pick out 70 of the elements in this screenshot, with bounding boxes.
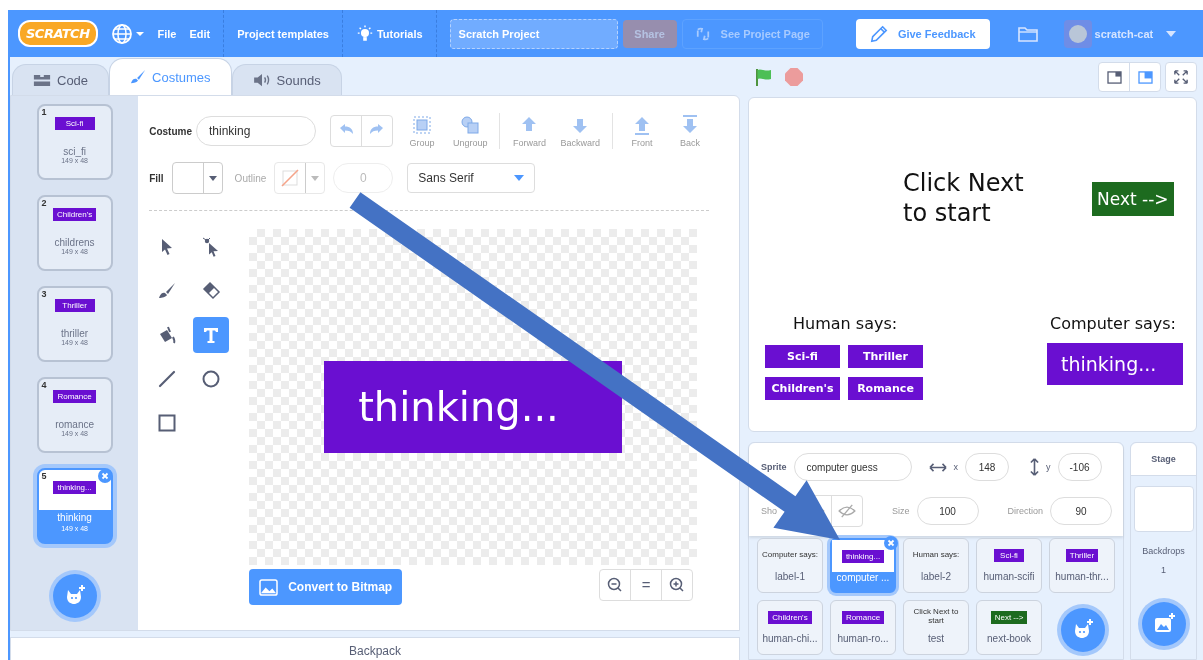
stage[interactable]: Click Next to start Next --> Human says: Sci-fi Thriller Children's Romance Computer says: thinking... [748, 97, 1197, 432]
sprite-name: computer ... [836, 572, 890, 583]
genre-sprite: Romance [848, 377, 923, 400]
costume-name: thinking [57, 512, 92, 523]
computer-says-label: Computer says: [1050, 314, 1176, 333]
sprite-name: human-ro... [837, 633, 889, 644]
fill-label: Fill [149, 172, 164, 184]
sprite-thumbnail: Sci-fi [994, 548, 1024, 562]
sprite-name: test [927, 633, 945, 644]
costume-number: 5 [41, 471, 47, 481]
stage-heading: Click Next to start [903, 168, 1024, 228]
human-says-label: Human says: [793, 314, 898, 333]
sprite-tile[interactable]: Sci-fi human-scifi [976, 538, 1042, 593]
computer-answer-sprite: thinking... [1047, 343, 1183, 385]
stage-title: Stage [1131, 443, 1196, 476]
sprite-tile[interactable]: Thriller human-thr... [1049, 538, 1115, 593]
costume-label: Costume [149, 125, 192, 137]
next-sprite: Next --> [1092, 182, 1174, 216]
x-label: x [953, 462, 958, 472]
sprite-thumbnail: Computer says: [762, 550, 818, 560]
sprite-name: human-chi... [762, 633, 818, 644]
editor-tab[interactable]: Code [12, 64, 110, 95]
backpack-bar[interactable]: Backpack [10, 637, 740, 660]
sprite-thumbnail: Children's [768, 610, 812, 624]
costume-name: thriller [60, 328, 89, 339]
costume-thumbnail: Thriller [54, 298, 95, 312]
sprite-thumbnail: Romance [841, 610, 885, 624]
sprite-thumbnail: Thriller [1065, 548, 1099, 562]
sprite-name: next-book [987, 633, 1031, 644]
costume-thumbnail: thinking... [53, 480, 96, 494]
sprite-name: label-2 [921, 571, 951, 582]
sprite-tile[interactable]: Children's human-chi... [757, 600, 823, 655]
sprite-thumbnail: thinking... [841, 549, 885, 563]
costume-thumbnail: Children's [52, 207, 97, 221]
sprite-thumbnail: Human says: [912, 550, 960, 560]
sprite-name: label-1 [775, 571, 805, 582]
editor-tab[interactable]: Sounds [231, 64, 342, 95]
costume-thumbnail: Sci-fi [54, 116, 95, 130]
costume-number: 2 [41, 198, 47, 208]
backdrops-count: 1 [1161, 565, 1166, 575]
sprite-tile[interactable]: Romance human-ro... [830, 600, 896, 655]
backdrops-label: Backdrops [1142, 546, 1185, 556]
costume-text[interactable]: thinking... [324, 361, 623, 453]
show-label: Sho [761, 506, 777, 516]
costume-thumbnail: Romance [53, 389, 96, 403]
genre-sprite: Children's [765, 377, 840, 400]
sprite-tile[interactable]: Next --> next-book [976, 600, 1042, 655]
y-label: y [1046, 462, 1051, 472]
sprite-thumbnail: Click Next to start [912, 608, 960, 626]
costume-number: 1 [41, 107, 47, 117]
sprite-tile[interactable]: Human says: label-2 [903, 538, 969, 593]
direction-label: Direction [1007, 506, 1044, 516]
sprite-label: Sprite [761, 462, 787, 472]
costume-name: romance [55, 419, 95, 430]
costume-name: childrens [54, 237, 95, 248]
sprite-tile[interactable]: thinking... computer ... [830, 538, 896, 593]
sprite-tile[interactable]: Computer says: label-1 [757, 538, 823, 593]
sprite-name: human-thr... [1055, 571, 1109, 582]
font-dropdown[interactable]: Sans Serif [407, 163, 536, 193]
costume-number: 4 [41, 380, 47, 390]
size-label: Size [892, 506, 910, 516]
sprite-thumbnail: Next --> [990, 610, 1028, 624]
sprite-name: human-scifi [983, 571, 1035, 582]
costume-number: 3 [41, 289, 47, 299]
outline-label: Outline [234, 172, 267, 184]
costume-name: sci_fi [63, 146, 86, 157]
drawing-canvas[interactable]: thinking... [249, 229, 698, 565]
genre-sprite: Thriller [848, 345, 923, 368]
genre-sprite: Sci-fi [765, 345, 840, 368]
sprite-tile[interactable]: Click Next to start test [903, 600, 969, 655]
